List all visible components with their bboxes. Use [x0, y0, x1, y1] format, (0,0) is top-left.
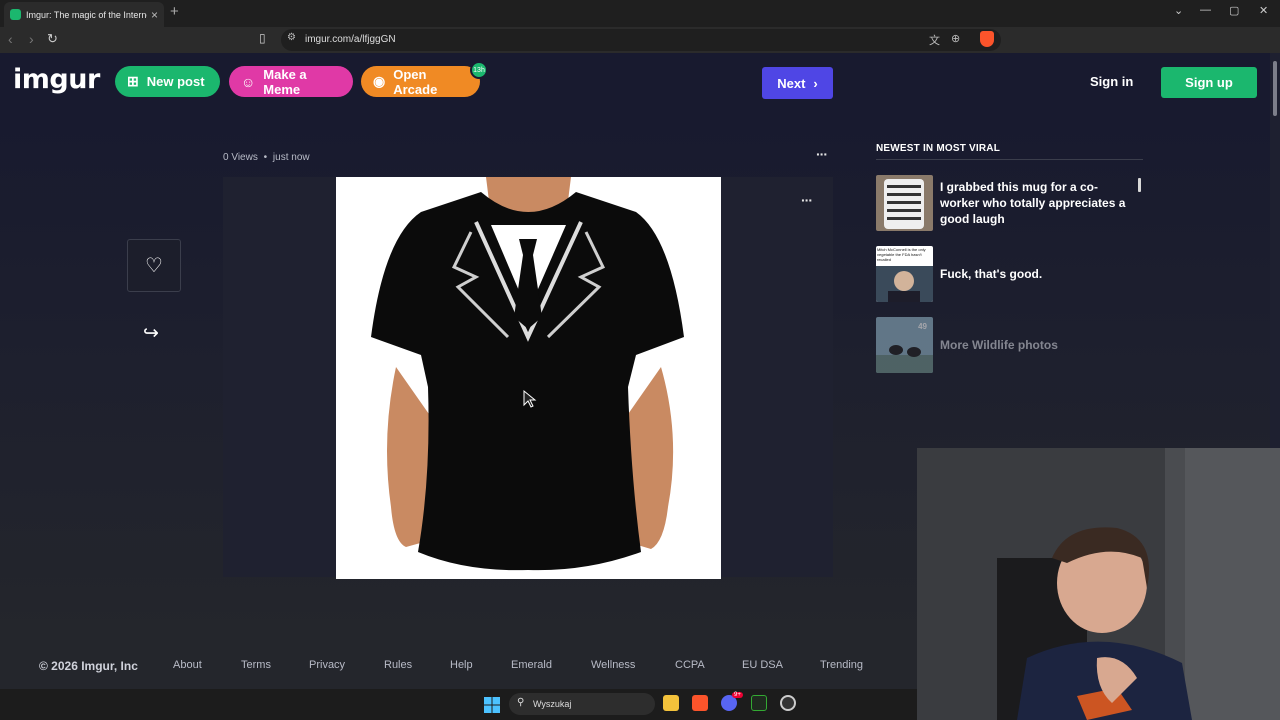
open-arcade-label: Open Arcade: [393, 66, 438, 97]
viral-title: More Wildlife photos: [940, 338, 1058, 352]
translate-icon[interactable]: 文: [929, 32, 940, 48]
image-options-icon[interactable]: ···: [801, 192, 813, 208]
arcade-timer-badge: 13h: [470, 61, 488, 79]
post-meta: 0 Views • just now: [223, 152, 310, 163]
webcam-overlay: [917, 448, 1280, 720]
share-icon[interactable]: ↪: [143, 322, 159, 345]
webcam-feed: [917, 448, 1280, 720]
mug-thumbnail: [876, 175, 933, 231]
reload-icon[interactable]: ↻: [47, 31, 58, 47]
footer-link-terms[interactable]: Terms: [241, 659, 271, 671]
viral-title: I grabbed this mug for a co-worker who t…: [940, 180, 1126, 226]
brave-shields-icon[interactable]: [980, 31, 994, 47]
copyright: © 2026 Imgur, Inc: [39, 659, 138, 673]
taskbar-search-text: Wyszukaj: [533, 699, 572, 709]
portrait-thumbnail: [876, 266, 933, 302]
new-tab-button[interactable]: +: [170, 3, 179, 20]
tshirt-image: [336, 177, 721, 579]
tab-title: Imgur: The magic of the Internet: [26, 9, 147, 20]
browser-tab-bar: Imgur: The magic of the Internet × + ⌄ —…: [0, 0, 1280, 27]
new-post-button[interactable]: ⊞ New post: [115, 66, 220, 97]
tab-search-icon[interactable]: ⌄: [1174, 4, 1183, 17]
sidebar-heading: NEWEST IN MOST VIRAL: [876, 143, 1000, 154]
meme-face-icon: ☺: [241, 73, 256, 90]
viral-thumbnail: Mitch McConnell is the only vegetable th…: [876, 246, 933, 302]
chevron-right-icon: ›: [813, 75, 818, 91]
imgur-logo[interactable]: imgur: [13, 64, 100, 95]
new-post-label: New post: [146, 74, 205, 89]
meta-separator: •: [263, 152, 268, 163]
obs-icon[interactable]: [780, 695, 796, 711]
site-info-icon[interactable]: ⚙: [287, 32, 296, 43]
image-count: 49: [918, 322, 927, 331]
post-image[interactable]: [336, 177, 721, 579]
sidebar-scroll-thumb[interactable]: [1138, 178, 1141, 192]
url-field[interactable]: ⚙ imgur.com/a/lfjggGN 文 ⊕: [281, 29, 1001, 51]
brave-taskbar-icon[interactable]: [692, 695, 708, 711]
viral-thumbnail: 49: [876, 317, 933, 373]
close-tab-icon[interactable]: ×: [151, 8, 158, 22]
footer-link-emerald[interactable]: Emerald: [511, 659, 552, 671]
maximize-icon[interactable]: ▢: [1229, 4, 1239, 17]
minimize-icon[interactable]: —: [1200, 4, 1211, 16]
viral-title: Fuck, that's good.: [940, 267, 1043, 281]
viral-thumbnail: [876, 175, 933, 231]
taskbar-search[interactable]: ⚲ Wyszukaj: [509, 693, 655, 715]
footer-link-ccpa[interactable]: CCPA: [675, 659, 705, 671]
make-meme-button[interactable]: ☺ Make a Meme: [229, 66, 353, 97]
viral-item[interactable]: 49 More Wildlife photos: [876, 317, 1143, 375]
windows-start-icon[interactable]: [484, 697, 500, 713]
gamepad-icon: ◉: [373, 73, 386, 89]
next-label: Next: [777, 75, 806, 91]
footer-link-privacy[interactable]: Privacy: [309, 659, 345, 671]
viral-item[interactable]: I grabbed this mug for a co-worker who t…: [876, 175, 1143, 233]
back-icon[interactable]: ‹: [8, 31, 13, 47]
next-post-button[interactable]: Next ›: [762, 67, 833, 99]
post-options-icon[interactable]: ···: [816, 146, 828, 162]
sign-up-button[interactable]: Sign up: [1161, 67, 1257, 98]
search-icon: ⚲: [517, 697, 525, 708]
zoom-icon[interactable]: ⊕: [951, 32, 960, 45]
imgur-favicon-icon: [10, 9, 21, 20]
footer-link-about[interactable]: About: [173, 659, 202, 671]
close-window-icon[interactable]: ✕: [1259, 4, 1268, 17]
sidebar-divider: [876, 159, 1143, 160]
open-arcade-button[interactable]: ◉ Open Arcade: [361, 66, 480, 97]
url-text: imgur.com/a/lfjggGN: [305, 34, 396, 45]
post-time: just now: [272, 152, 310, 163]
app-icon[interactable]: [751, 695, 767, 711]
scrollbar-thumb[interactable]: [1273, 61, 1277, 116]
browser-tab[interactable]: Imgur: The magic of the Internet ×: [4, 2, 164, 27]
make-meme-label: Make a Meme: [263, 66, 307, 97]
footer-link-help[interactable]: Help: [450, 659, 473, 671]
heart-icon: ♡: [145, 255, 163, 277]
site-header: imgur ⊞ New post ☺ Make a Meme ◉ Open Ar…: [0, 53, 1270, 113]
footer-link-rules[interactable]: Rules: [384, 659, 412, 671]
footer-link-eu-dsa[interactable]: EU DSA: [742, 659, 783, 671]
plus-icon: ⊞: [127, 73, 139, 89]
file-explorer-icon[interactable]: [663, 695, 679, 711]
footer-link-wellness[interactable]: Wellness: [591, 659, 635, 671]
address-bar-row: ‹ › ↻ ▯ ⚙ imgur.com/a/lfjggGN 文 ⊕ ⧉ ♫ ≡: [0, 27, 1280, 73]
discord-badge: 9+: [732, 692, 743, 698]
viral-item[interactable]: Mitch McConnell is the only vegetable th…: [876, 246, 1143, 304]
view-count: 0 Views: [223, 152, 258, 163]
sign-in-link[interactable]: Sign in: [1090, 74, 1133, 89]
forward-icon[interactable]: ›: [29, 31, 34, 47]
bookmark-icon[interactable]: ▯: [259, 31, 266, 45]
like-button[interactable]: ♡: [127, 239, 181, 292]
footer-link-trending[interactable]: Trending: [820, 659, 863, 671]
